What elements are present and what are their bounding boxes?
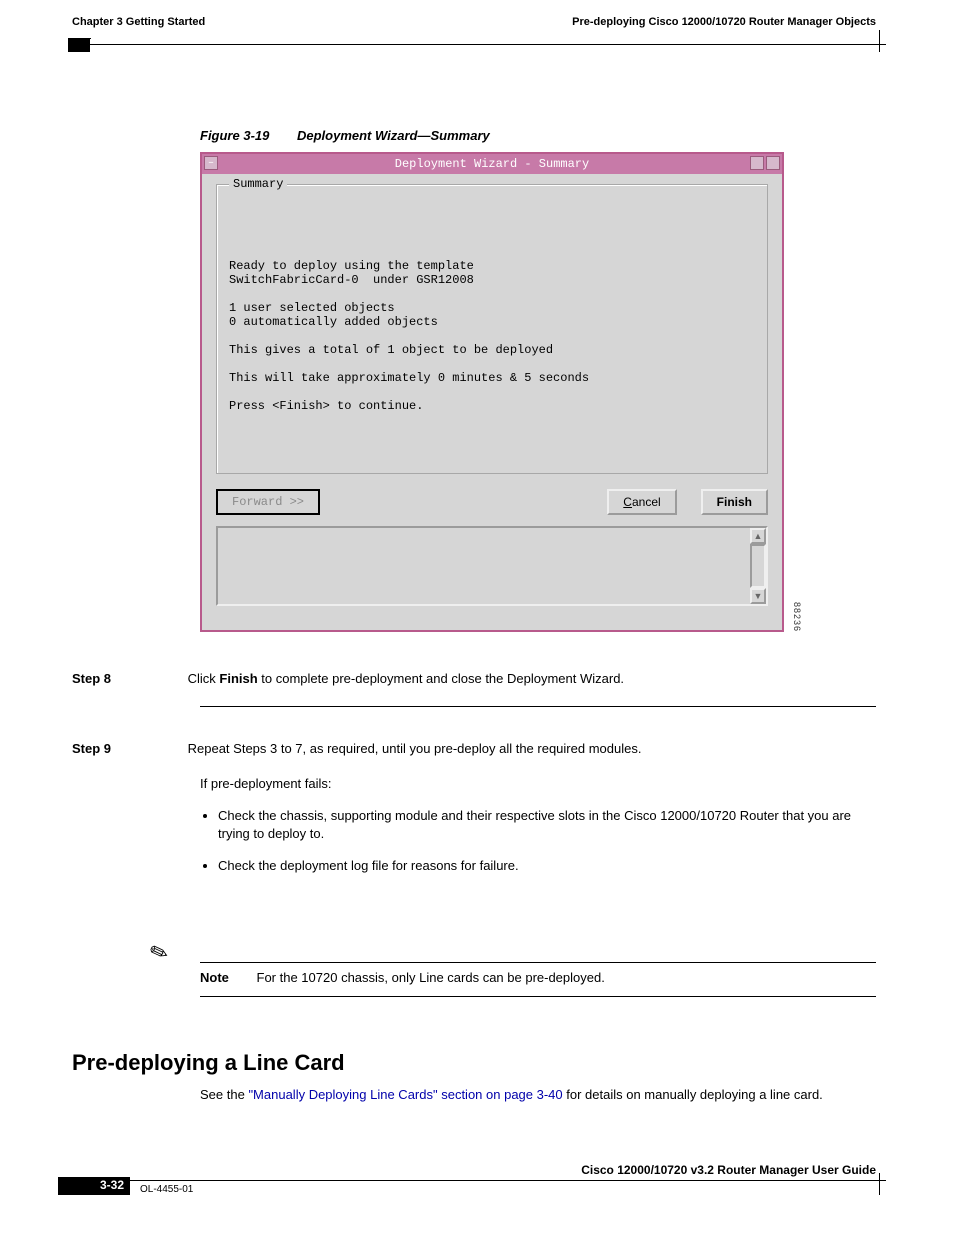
deployment-wizard-dialog: – Deployment Wizard - Summary Summary Re… (200, 152, 784, 632)
cross-reference-link[interactable]: "Manually Deploying Line Cards" section … (248, 1087, 562, 1102)
footer-rule (68, 1180, 886, 1181)
log-scrollbar[interactable]: ▲ ▼ (750, 528, 766, 604)
note-text: For the 10720 chassis, only Line cards c… (257, 970, 605, 985)
corner-mark-top-right (879, 30, 880, 52)
fail-lead: If pre-deployment fails: (200, 775, 876, 793)
pre-deployment-fail-block: If pre-deployment fails: Check the chass… (200, 775, 876, 889)
forward-button[interactable]: Forward >> (216, 489, 320, 515)
footer-page-block: 3-32 (58, 1177, 130, 1195)
step-9-text: Repeat Steps 3 to 7, as required, until … (188, 740, 872, 758)
corner-mark-top-left (68, 38, 90, 52)
fail-item-2: Check the deployment log file for reason… (218, 857, 876, 875)
finish-keyword: Finish (219, 671, 257, 686)
step-8-number: Step 8 (72, 670, 184, 688)
scroll-up-icon[interactable]: ▲ (750, 528, 766, 544)
scroll-track[interactable] (750, 544, 766, 588)
running-header-left: Chapter 3 Getting Started (72, 16, 205, 28)
dialog-titlebar: – Deployment Wizard - Summary (202, 154, 782, 174)
minimize-icon[interactable] (750, 156, 764, 170)
dialog-button-row: Forward >> Cancel Finish (216, 489, 768, 515)
note-rule-top (200, 962, 876, 963)
summary-group-label: Summary (229, 177, 287, 191)
corner-mark-bottom-right (879, 1173, 880, 1195)
section-heading: Pre-deploying a Line Card (72, 1050, 345, 1076)
finish-button[interactable]: Finish (701, 489, 768, 515)
log-textarea[interactable]: ▲ ▼ (216, 526, 768, 606)
figure-side-number: 88236 (792, 602, 802, 632)
note-pencil-icon: ✎ (146, 938, 172, 969)
step-8: Step 8 Click Finish to complete pre-depl… (72, 670, 876, 688)
figure-caption: Figure 3-19 Deployment Wizard—Summary (200, 128, 490, 143)
summary-group: Summary Ready to deploy using the templa… (216, 184, 768, 474)
cancel-button[interactable]: Cancel (607, 489, 676, 515)
top-rule (68, 44, 886, 45)
running-header-right: Pre-deploying Cisco 12000/10720 Router M… (572, 16, 876, 28)
figure-label: Figure 3-19 (200, 128, 269, 143)
fail-item-1: Check the chassis, supporting module and… (218, 807, 876, 843)
maximize-icon[interactable] (766, 156, 780, 170)
dialog-screenshot: – Deployment Wizard - Summary Summary Re… (200, 152, 784, 632)
footer-page-number: 3-32 (100, 1178, 124, 1192)
footer-manual-title: Cisco 12000/10720 v3.2 Router Manager Us… (581, 1163, 876, 1177)
step-divider-rule (200, 706, 876, 707)
note-label: Note (200, 970, 229, 985)
window-menu-icon[interactable]: – (204, 156, 218, 170)
note-rule-bottom (200, 996, 876, 997)
figure-title: Deployment Wizard—Summary (297, 128, 490, 143)
step-9-number: Step 9 (72, 740, 184, 758)
scroll-down-icon[interactable]: ▼ (750, 588, 766, 604)
section-body: See the "Manually Deploying Line Cards" … (200, 1086, 876, 1104)
footer-doc-number: OL-4455-01 (140, 1184, 193, 1195)
dialog-title: Deployment Wizard - Summary (395, 157, 589, 171)
note-row: Note For the 10720 chassis, only Line ca… (200, 970, 876, 985)
step-9: Step 9 Repeat Steps 3 to 7, as required,… (72, 740, 876, 758)
summary-text: Ready to deploy using the template Switc… (229, 259, 755, 413)
